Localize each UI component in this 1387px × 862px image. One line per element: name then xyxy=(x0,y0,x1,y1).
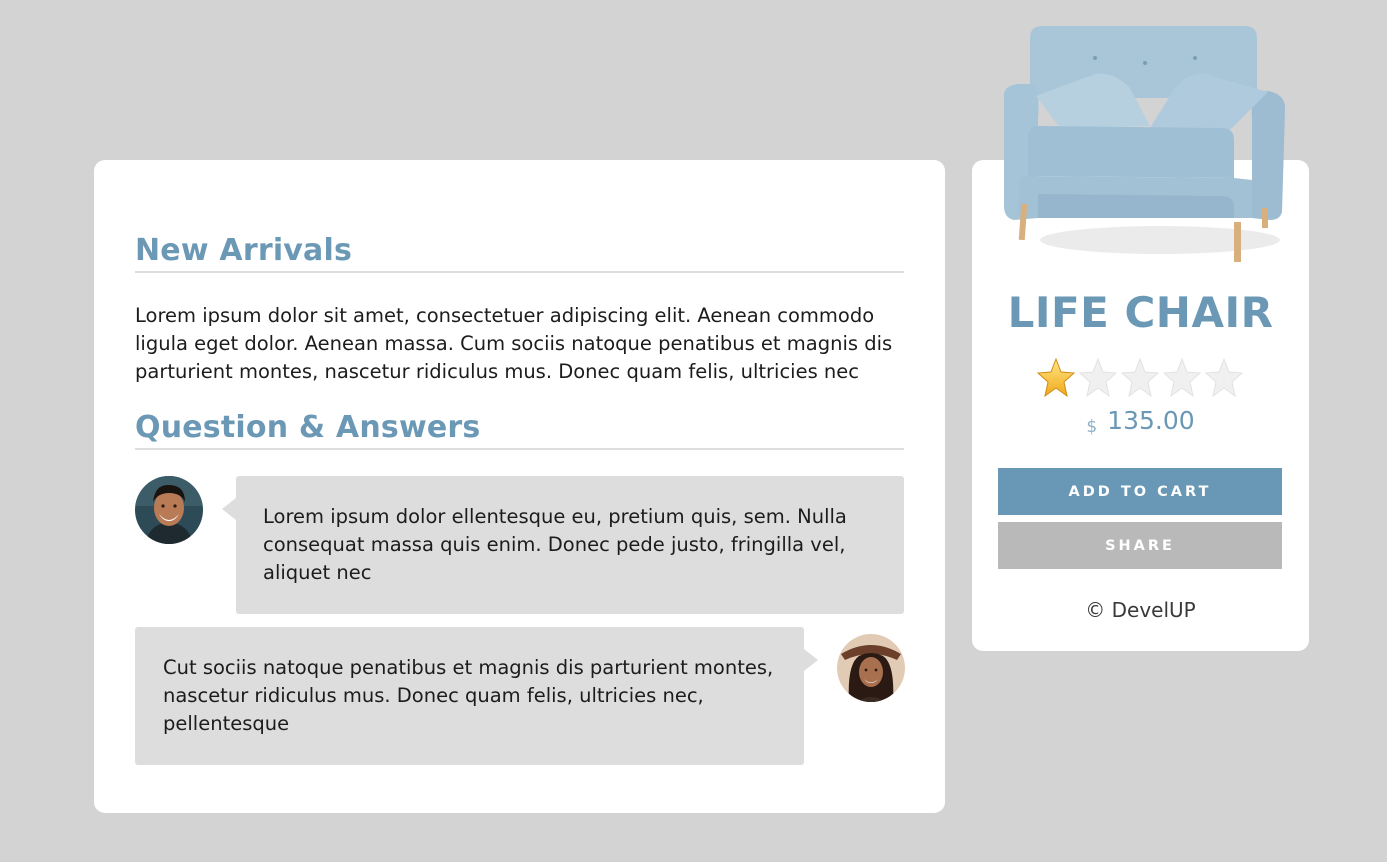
qa-list: Lorem ipsum dolor ellentesque eu, pretiu… xyxy=(135,476,905,765)
product-title: LIFE CHAIR xyxy=(1007,288,1274,337)
product-details-card: New Arrivals Lorem ipsum dolor sit amet,… xyxy=(94,160,945,813)
star-filled-icon[interactable] xyxy=(1036,357,1076,399)
star-empty-icon[interactable] xyxy=(1162,357,1202,399)
new-arrivals-heading: New Arrivals xyxy=(135,233,904,273)
share-button[interactable]: SHARE xyxy=(998,522,1282,569)
star-empty-icon[interactable] xyxy=(1078,357,1118,399)
price-amount: 135.00 xyxy=(1107,406,1195,435)
qa-heading: Question & Answers xyxy=(135,410,904,450)
chair-product-image xyxy=(1003,26,1286,262)
star-empty-icon[interactable] xyxy=(1204,357,1244,399)
footer-credit: © DevelUP xyxy=(1085,598,1196,622)
woman-avatar xyxy=(837,634,905,702)
qa-item: Lorem ipsum dolor ellentesque eu, pretiu… xyxy=(135,476,904,614)
new-arrivals-text: Lorem ipsum dolor sit amet, consectetuer… xyxy=(135,304,893,383)
rating-stars[interactable] xyxy=(1036,357,1244,401)
qa-item: Cut sociis natoque penatibus et magnis d… xyxy=(135,627,905,765)
man-avatar xyxy=(135,476,203,544)
add-to-cart-button[interactable]: ADD TO CART xyxy=(998,468,1282,515)
question-bubble: Lorem ipsum dolor ellentesque eu, pretiu… xyxy=(222,476,904,614)
answer-bubble: Cut sociis natoque penatibus et magnis d… xyxy=(135,627,818,765)
product-price: $135.00 xyxy=(972,406,1309,437)
star-empty-icon[interactable] xyxy=(1120,357,1160,399)
currency-symbol: $ xyxy=(1086,417,1098,437)
